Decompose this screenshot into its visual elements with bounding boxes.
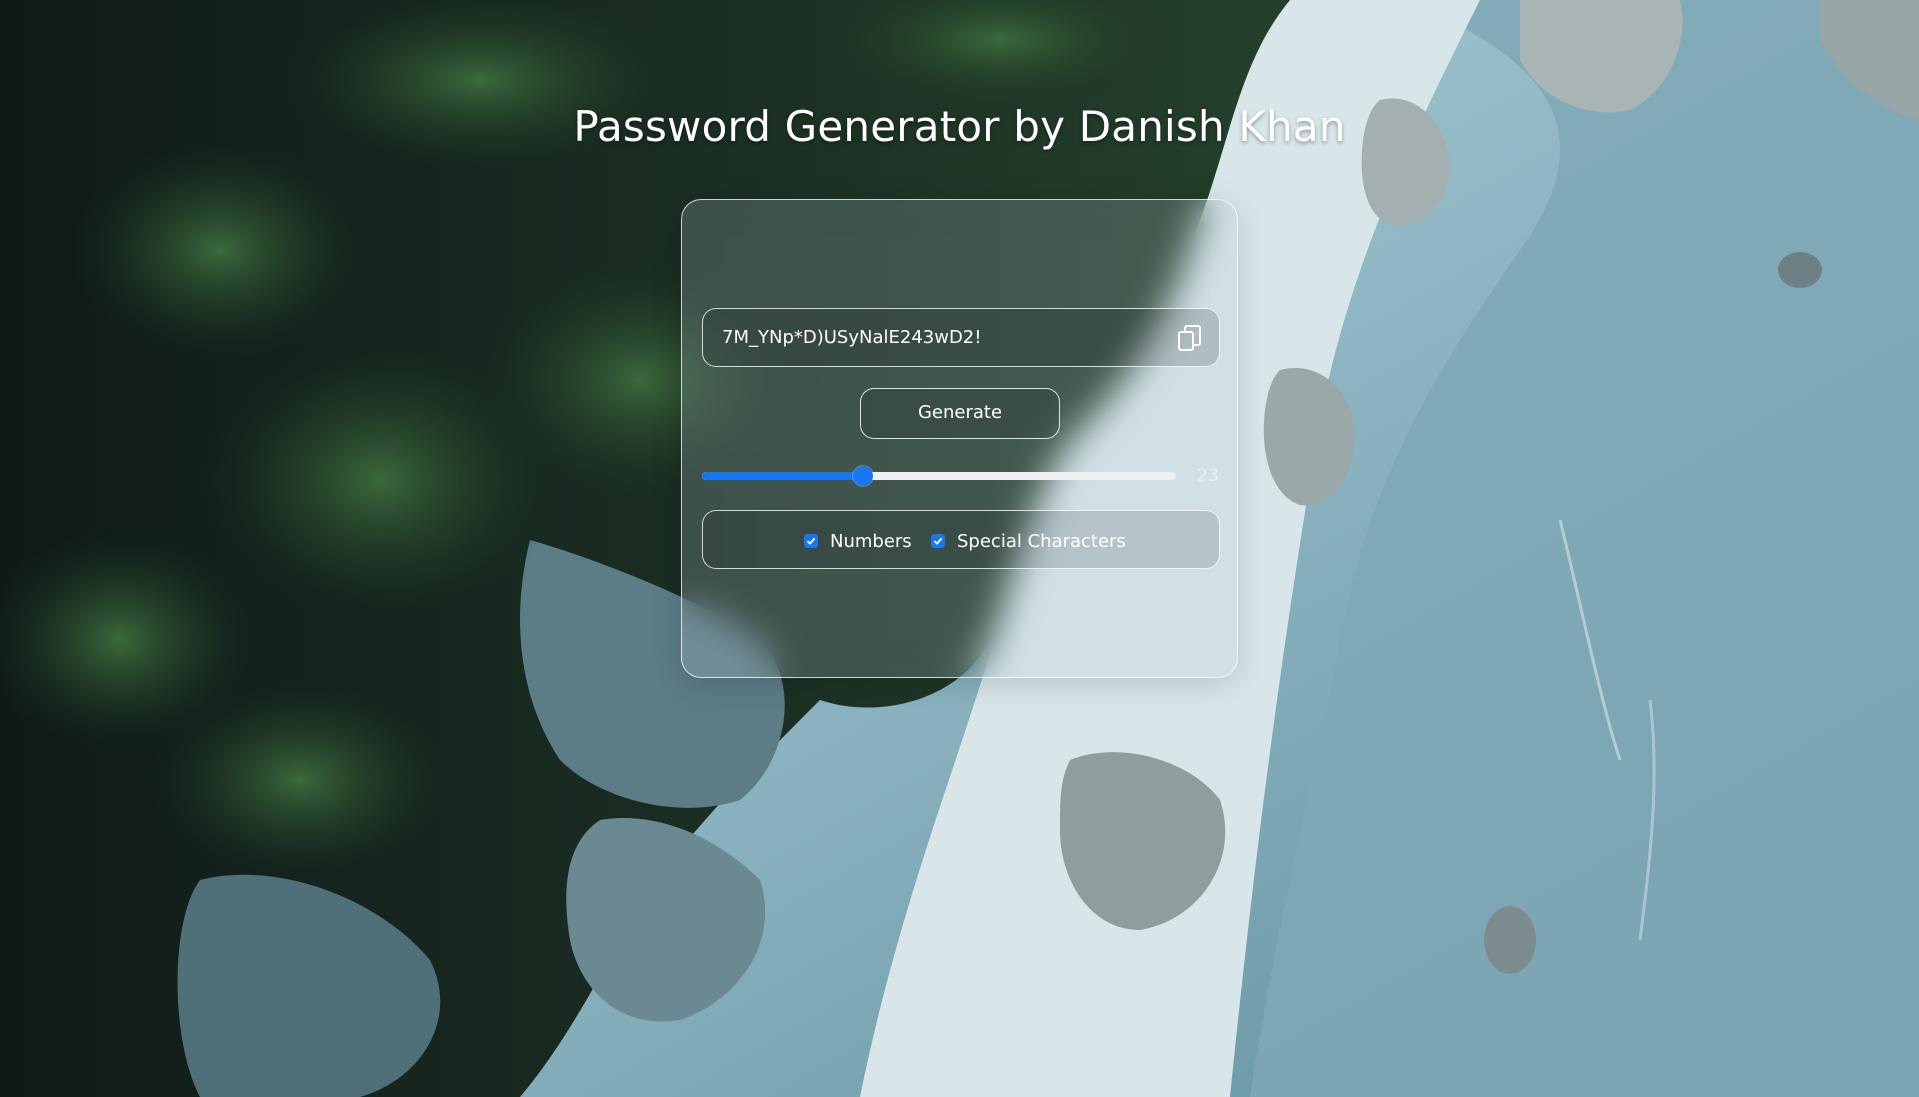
numbers-label: Numbers: [830, 530, 912, 552]
page-title: Password Generator by Danish Khan: [573, 102, 1346, 151]
password-field-container: [702, 308, 1220, 367]
copy-icon: [1178, 325, 1201, 351]
numbers-option[interactable]: Numbers: [804, 530, 912, 552]
slider-thumb[interactable]: [853, 466, 873, 486]
checkmark-icon: [933, 537, 943, 545]
options-container: Numbers Special Characters: [702, 510, 1220, 569]
special-characters-checkbox[interactable]: [931, 534, 945, 548]
generator-card: Generate 23 Numbers Special Characters: [681, 199, 1238, 678]
generate-button[interactable]: Generate: [860, 388, 1060, 439]
length-slider[interactable]: [702, 466, 1176, 486]
length-value: 23: [1197, 466, 1219, 486]
special-characters-label: Special Characters: [957, 530, 1126, 552]
numbers-checkbox[interactable]: [804, 534, 818, 548]
slider-fill: [702, 472, 863, 480]
copy-button[interactable]: [1175, 323, 1205, 353]
password-output[interactable]: [722, 309, 1152, 365]
special-characters-option[interactable]: Special Characters: [931, 530, 1126, 552]
checkmark-icon: [806, 537, 816, 545]
